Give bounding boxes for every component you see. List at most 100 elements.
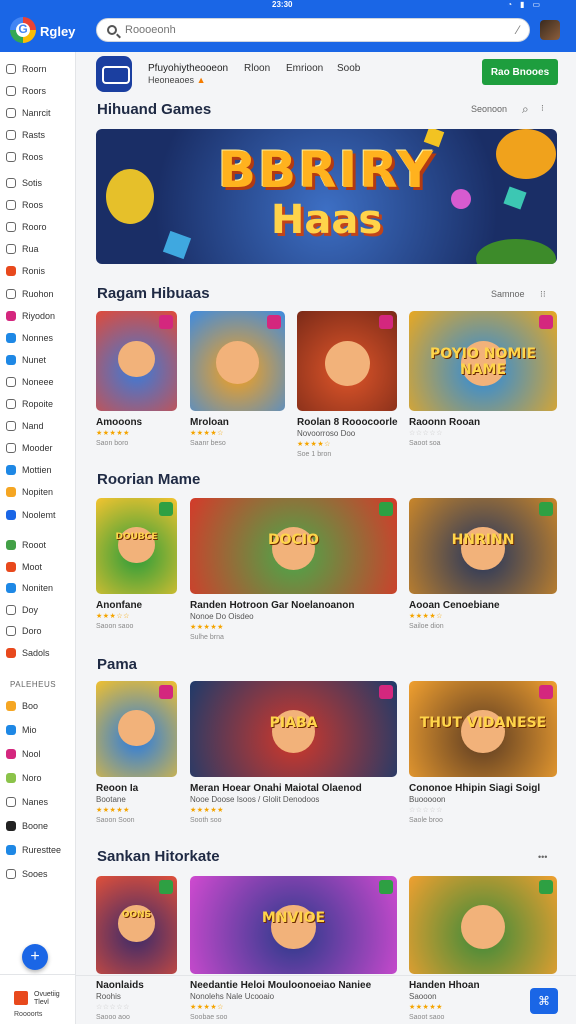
- sidebar-item[interactable]: Rua: [6, 240, 72, 258]
- sidebar-item[interactable]: Noolemt: [6, 506, 72, 524]
- game-card[interactable]: HNRINN Aooan Cenoebiane ★★★★☆ Sailoe dion: [409, 498, 557, 654]
- status-time: 23:30: [272, 0, 293, 9]
- search-input[interactable]: [125, 22, 505, 38]
- avatar[interactable]: [540, 20, 560, 40]
- game-thumbnail[interactable]: DOCIO: [190, 498, 397, 594]
- more-icon[interactable]: ⁝: [541, 103, 544, 114]
- sidebar-item[interactable]: Roos: [6, 196, 72, 214]
- sidebar-item[interactable]: Mottien: [6, 461, 72, 479]
- sidebar-item-label: Mooder: [22, 443, 53, 454]
- clear-icon[interactable]: ⁄: [517, 23, 519, 37]
- game-thumbnail[interactable]: PIABA: [190, 681, 397, 777]
- section-see-all[interactable]: Seonoon: [471, 104, 507, 114]
- sidebar-item[interactable]: Roors: [6, 82, 72, 100]
- badge-icon: [267, 315, 281, 329]
- sidebar-item[interactable]: Sotis: [6, 174, 72, 192]
- sidebar-item[interactable]: Doro: [6, 622, 72, 640]
- sidebar-item[interactable]: Riyodon: [6, 307, 72, 325]
- sidebar-item[interactable]: Mooder: [6, 439, 72, 457]
- game-thumbnail[interactable]: [297, 311, 397, 411]
- game-card[interactable]: Amooons ★★★★★ Saon boro: [96, 311, 177, 471]
- sidebar-item-label: Boo: [22, 701, 39, 711]
- sidebar-item-label: Riyodon: [22, 310, 56, 321]
- developer-name[interactable]: Pfuyohiytheooeon: [148, 63, 228, 74]
- app-title: Rgley: [40, 24, 76, 39]
- game-thumbnail[interactable]: [190, 311, 285, 411]
- sidebar-item[interactable]: Noniten: [6, 579, 72, 597]
- sidebar-item[interactable]: Ruresttee: [6, 841, 72, 859]
- game-thumbnail[interactable]: [96, 311, 177, 411]
- section-see-all[interactable]: Samnoe: [491, 289, 525, 299]
- sidebar-item[interactable]: Roos: [6, 148, 72, 166]
- game-card[interactable]: Roolan 8 Rooocoorle Novoorroso Doo ★★★★☆ So…: [297, 311, 398, 471]
- sidebar-item[interactable]: Nonnes: [6, 329, 72, 347]
- game-card[interactable]: DOCIO Randen Hotroon Gar Noelanoanon Nonoe…: [190, 498, 397, 654]
- battery-icon: ▭: [532, 0, 540, 9]
- game-card[interactable]: Reoon Ia Bootane ★★★★★ Saoon Soon: [96, 681, 177, 837]
- game-thumbnail[interactable]: THUT VIDANESE: [409, 681, 557, 777]
- badge-icon: [379, 880, 393, 894]
- sidebar-item[interactable]: Noro: [6, 769, 72, 787]
- game-card[interactable]: POYIO NOMIE NAME Raoonn Rooan ☆☆☆☆☆ Saoot s…: [409, 311, 557, 471]
- game-card[interactable]: THUT VIDANESE Cononoe Hhipin Siagi Soigl B…: [409, 681, 557, 837]
- game-title: Handen Hhoan: [409, 980, 480, 991]
- sidebar-item[interactable]: Nand: [6, 417, 72, 435]
- sidebar-item-icon: [6, 821, 16, 831]
- more-icon[interactable]: •••: [538, 852, 547, 862]
- gamepad-icon[interactable]: ⌘: [530, 988, 558, 1014]
- game-card[interactable]: PIABA Meran Hoear Onahi Maiotal Olaenod No…: [190, 681, 397, 837]
- game-thumbnail[interactable]: MNVIOE: [190, 876, 397, 974]
- developer-link-3[interactable]: Soob: [337, 63, 360, 74]
- sidebar-item[interactable]: Mio: [6, 721, 72, 739]
- search-icon[interactable]: ⌕: [522, 102, 529, 117]
- sidebar-item[interactable]: Rooro: [6, 218, 72, 236]
- app-logo-icon[interactable]: G: [10, 17, 36, 43]
- sidebar-item[interactable]: Moot: [6, 558, 72, 576]
- game-meta: Saoot saoo: [409, 1014, 445, 1021]
- game-title: Aooan Cenoebiane: [409, 600, 500, 611]
- sidebar-item[interactable]: Boo: [6, 697, 72, 715]
- sidebar-item[interactable]: Nanes: [6, 793, 72, 811]
- sidebar-item[interactable]: Sooes: [6, 865, 72, 883]
- sidebar-item[interactable]: Ruohon: [6, 285, 72, 303]
- sidebar-item[interactable]: Noneee: [6, 373, 72, 391]
- sidebar-item-label: Sooes: [22, 869, 48, 879]
- developer-logo[interactable]: [96, 56, 132, 92]
- sidebar-item[interactable]: Roorn: [6, 60, 72, 78]
- game-card[interactable]: OONS Naonlaids Roohis ☆☆☆☆☆ Saooo aoo: [96, 876, 177, 1024]
- developer-link-1[interactable]: Rloon: [244, 63, 270, 74]
- sidebar-footer[interactable]: Ovuetiig Tlevl Roooorts: [0, 974, 76, 1024]
- game-thumbnail[interactable]: [96, 681, 177, 777]
- sidebar-item[interactable]: Rooot: [6, 536, 72, 554]
- sidebar-item[interactable]: Ropoite: [6, 395, 72, 413]
- sidebar-item[interactable]: Nunet: [6, 351, 72, 369]
- badge-icon: [159, 685, 173, 699]
- game-thumbnail[interactable]: POYIO NOMIE NAME: [409, 311, 557, 411]
- add-fab-button[interactable]: +: [22, 944, 48, 970]
- sidebar-item-icon: [6, 152, 16, 162]
- developer-link-2[interactable]: Emrioon: [286, 63, 323, 74]
- sidebar-item[interactable]: Doy: [6, 601, 72, 619]
- sidebar-item[interactable]: Nool: [6, 745, 72, 763]
- game-thumbnail[interactable]: [409, 876, 557, 974]
- thumbnail-label: DOUBCE: [115, 531, 158, 542]
- game-meta: Soobae soo: [190, 1014, 228, 1021]
- search-bar[interactable]: ⁄: [96, 18, 530, 42]
- install-button[interactable]: Rao Bnooes: [482, 59, 558, 85]
- game-card[interactable]: DOUBCE Anonfane ★★★☆☆ Saoon saoo: [96, 498, 177, 654]
- game-card[interactable]: Mroloan ★★★★☆ Saanr beso: [190, 311, 285, 471]
- game-thumbnail[interactable]: OONS: [96, 876, 177, 974]
- game-card[interactable]: MNVIOE Needantie Heloi Mouloonoeiao Nanie…: [190, 876, 397, 1024]
- sidebar-item[interactable]: Boone: [6, 817, 72, 835]
- sidebar-item[interactable]: Ronis: [6, 262, 72, 280]
- game-thumbnail[interactable]: DOUBCE: [96, 498, 177, 594]
- sidebar-item[interactable]: Nopiten: [6, 483, 72, 501]
- more-icon[interactable]: ⁝⁝: [540, 289, 546, 300]
- sidebar-item[interactable]: Nanrcit: [6, 104, 72, 122]
- sidebar-item-icon: [6, 509, 16, 520]
- sidebar-item-label: Mio: [22, 725, 37, 735]
- sidebar-item[interactable]: Sadols: [6, 644, 72, 662]
- featured-banner[interactable]: BBRIRY Haas: [96, 129, 557, 264]
- game-thumbnail[interactable]: HNRINN: [409, 498, 557, 594]
- sidebar-item[interactable]: Rasts: [6, 126, 72, 144]
